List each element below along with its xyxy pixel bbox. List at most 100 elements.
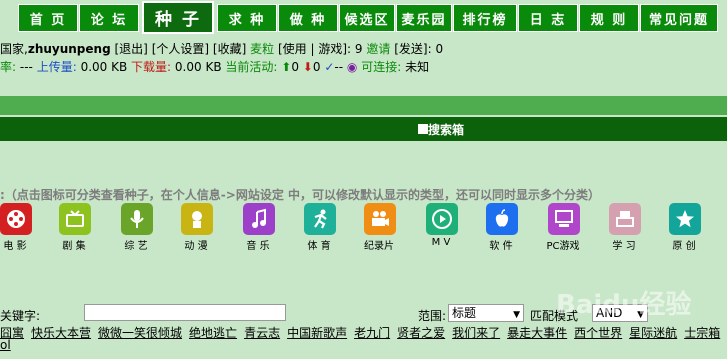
nav-forum[interactable]: 论 坛 <box>79 4 139 32</box>
film-icon[interactable] <box>0 203 32 235</box>
category-item[interactable]: 动 漫 <box>167 203 225 252</box>
hot-tag-link[interactable]: 暴走大事件 <box>507 326 567 340</box>
category-item[interactable]: 音 乐 <box>229 203 287 252</box>
username-link[interactable]: zhuyunpeng <box>28 42 111 56</box>
nav-torrents-label: 种 子 <box>155 10 201 30</box>
nav-candidates[interactable]: 候选区 <box>339 4 395 32</box>
logout-link[interactable]: [退出] <box>115 42 148 56</box>
search-box-header[interactable]: 搜索箱 <box>0 117 727 141</box>
nav-log[interactable]: 日 志 <box>518 4 578 32</box>
games-link[interactable]: | 游戏]: <box>310 42 351 56</box>
hot-tag-link[interactable]: 士宗箱 <box>684 326 720 340</box>
collapse-toggle-icon[interactable] <box>418 124 428 134</box>
sent-link[interactable]: [发送]: <box>394 42 431 56</box>
nav-requests[interactable]: 求 种 <box>217 4 277 32</box>
category-label: 综 艺 <box>124 241 148 252</box>
category-item[interactable]: 学 习 <box>595 203 653 252</box>
connectable-label: 可连接: <box>361 60 402 74</box>
category-item[interactable]: 软 件 <box>472 203 530 252</box>
anime-icon[interactable] <box>181 203 213 235</box>
ratio-label: 率: <box>0 60 17 74</box>
mv-play-icon[interactable] <box>426 203 458 235</box>
main-nav: 首 页 论 坛 种 子 求 种 做 种 候选区 麦乐园 排行榜 日 志 规 则 … <box>0 0 727 36</box>
nav-forum-label: 论 坛 <box>90 12 128 28</box>
completed-check-icon: ✓ <box>324 60 335 74</box>
hot-tag-link[interactable]: 老九门 <box>354 326 390 340</box>
activity-label: 当前活动: <box>225 60 278 74</box>
category-item[interactable]: PC游戏 <box>534 203 592 252</box>
category-item[interactable]: 体 育 <box>290 203 348 252</box>
nav-ranking[interactable]: 排行榜 <box>453 4 517 32</box>
settings-link[interactable]: [个人设置] <box>152 42 209 56</box>
keyword-label: 关键字: <box>0 309 41 323</box>
category-item[interactable]: 纪录片 <box>350 203 408 252</box>
leeching-count: 0 <box>312 60 321 74</box>
category-item[interactable]: 电 影 <box>0 203 44 252</box>
category-label: 动 漫 <box>184 241 208 252</box>
hot-tag-link[interactable]: 快乐大本营 <box>31 326 91 340</box>
category-label: 纪录片 <box>364 241 394 252</box>
range-select-value: 标题 <box>452 306 477 320</box>
favorites-link[interactable]: [收藏] <box>213 42 246 56</box>
upload-value: 0.00 KB <box>80 60 128 74</box>
use-link[interactable]: [使用 <box>278 42 307 56</box>
category-label: PC游戏 <box>546 241 580 252</box>
nav-paradise-label: 麦乐园 <box>401 12 447 28</box>
computer-icon[interactable] <box>548 203 580 235</box>
nav-seeding[interactable]: 做 种 <box>278 4 338 32</box>
hot-tag-link[interactable]: 我们来了 <box>452 326 500 340</box>
nav-rules-label: 规 则 <box>590 12 628 28</box>
chevron-down-icon: ▼ <box>513 310 520 320</box>
nav-torrents[interactable]: 种 子 <box>142 1 214 34</box>
apple-icon[interactable] <box>486 203 518 235</box>
nav-paradise[interactable]: 麦乐园 <box>396 4 452 32</box>
hot-tag-link[interactable]: 贤者之爱 <box>397 326 445 340</box>
runner-icon[interactable] <box>304 203 336 235</box>
invite-link[interactable]: 邀请 <box>366 42 390 56</box>
category-label: 音 乐 <box>246 241 270 252</box>
nav-faq-label: 常见问题 <box>648 12 709 28</box>
hot-tags: 囧寓 快乐大本营 微微一笑很倾城 绝地逃亡 青云志 中国新歌声 老九门 贤者之爱 我们来了 暴走大… <box>0 324 727 340</box>
category-item[interactable]: M V <box>412 203 470 251</box>
upload-label: 上传量: <box>36 60 77 74</box>
keyword-input[interactable] <box>84 304 286 321</box>
printer-icon[interactable] <box>609 203 641 235</box>
hot-tag-link[interactable]: 绝地逃亡 <box>189 326 237 340</box>
hot-tag-link[interactable]: 青云志 <box>244 326 280 340</box>
connectable-icon: ◉ <box>346 60 358 74</box>
microphone-icon[interactable] <box>121 203 153 235</box>
tv-icon[interactable] <box>59 203 91 235</box>
category-label: M V <box>431 237 451 248</box>
nav-rules[interactable]: 规 则 <box>579 4 639 32</box>
nav-home[interactable]: 首 页 <box>18 4 78 32</box>
hot-tag-link[interactable]: 微微一笑很倾城 <box>98 326 182 340</box>
games-count: 9 <box>354 42 363 56</box>
music-note-icon[interactable] <box>243 203 275 235</box>
category-item[interactable]: 原 创 <box>655 203 713 252</box>
nav-log-label: 日 志 <box>529 12 567 28</box>
hot-tag-link[interactable]: 中国新歌声 <box>287 326 347 340</box>
star-icon[interactable] <box>669 203 701 235</box>
nav-faq[interactable]: 常见问题 <box>640 4 718 32</box>
nav-seeding-label: 做 种 <box>289 12 327 28</box>
range-select[interactable]: 标题 ▼ <box>448 304 524 322</box>
sent-count: 0 <box>435 42 444 56</box>
category-item[interactable]: 综 艺 <box>107 203 165 252</box>
completed-value: -- <box>334 60 344 74</box>
category-label: 体 育 <box>307 241 331 252</box>
camera-icon[interactable] <box>364 203 396 235</box>
hot-tag-link[interactable]: 星际迷航 <box>629 326 677 340</box>
seeding-count: 0 <box>291 60 299 74</box>
category-item[interactable]: 剧 集 <box>45 203 103 252</box>
download-value: 0.00 KB <box>174 60 222 74</box>
nav-ranking-label: 排行榜 <box>462 12 508 28</box>
download-label: 下载量: <box>131 60 172 74</box>
divider-bar <box>0 96 727 115</box>
nav-candidates-label: 候选区 <box>344 12 390 28</box>
connectable-value: 未知 <box>405 60 430 74</box>
category-label: 剧 集 <box>62 241 86 252</box>
tail-link[interactable]: ol <box>0 338 11 352</box>
hot-tag-link[interactable]: 西个世界 <box>574 326 622 340</box>
range-label: 范围: <box>418 309 447 323</box>
wheat-link[interactable]: 麦粒 <box>250 42 274 56</box>
